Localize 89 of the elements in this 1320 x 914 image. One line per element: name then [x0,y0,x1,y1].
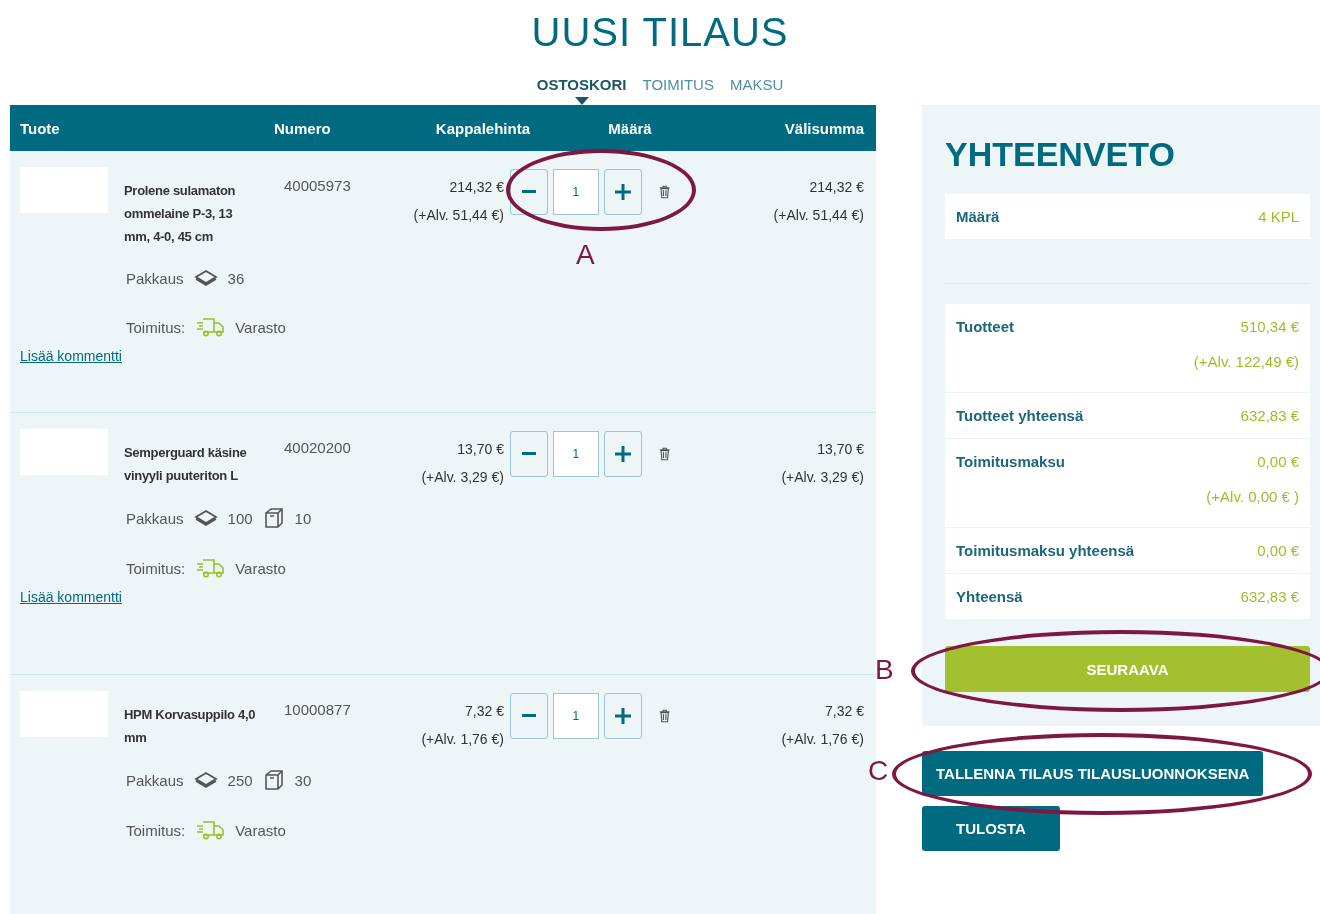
summary-label: Tuotteet [956,318,1015,337]
summary-title: YHTEENVETO [945,135,1176,174]
annotation-letter: A [576,239,595,271]
summary-value: 0,00 € [1257,453,1299,470]
quantity-field[interactable]: 1 [552,692,599,739]
summary-vat: (+Alv. 122,49 €) [1193,353,1299,370]
summary-value: 4 KPL [1258,208,1299,225]
quantity-field[interactable]: 1 [552,168,599,215]
trash-icon[interactable] [658,445,670,462]
product-number: 40005973 [283,176,352,196]
truck-icon [195,819,226,841]
add-comment-link[interactable]: Lisää kommentti [20,579,122,605]
increase-button[interactable] [603,168,642,215]
subtotal-vat: (+Alv. 1,76 €) [781,731,864,747]
increase-button[interactable] [603,692,642,739]
product-number: 40020200 [283,438,352,458]
package-label: Pakkaus [126,269,184,287]
package-count: 100 [227,509,253,527]
decrease-button[interactable] [510,430,548,477]
layers-icon [193,770,218,790]
summary-value: 632,83 € [1240,588,1299,605]
summary-value: 510,34 € [1240,318,1299,335]
package-count: 250 [227,771,253,789]
print-button[interactable]: TULOSTA [922,806,1060,851]
truck-icon [195,557,226,579]
plus-icon [614,183,631,200]
unit-price: 13,70 € [457,441,504,457]
package-label: Pakkaus [126,509,184,527]
box-icon [262,507,285,529]
increase-button[interactable] [603,430,642,477]
column-header: Kappalehinta [434,119,530,137]
summary-vat: (+Alv. 0,00 € ) [1206,488,1299,505]
subtotal-vat: (+Alv. 51,44 €) [773,207,864,223]
plus-icon [614,445,631,462]
column-header: Numero [274,119,332,137]
summary-label: Yhteensä [956,588,1023,605]
subtotal: 13,70 € [817,441,864,457]
minus-icon [521,451,536,456]
trash-icon[interactable] [658,707,670,724]
summary-label: Määrä [956,208,1000,225]
page-title: UUSI TILAUS [531,9,789,56]
plus-icon [614,707,631,724]
decrease-button[interactable] [510,692,548,739]
truck-icon [195,316,226,338]
column-header: Tuote [20,119,61,137]
subtotal: 214,32 € [809,179,864,195]
step-tab[interactable]: MAKSU [729,76,784,93]
add-comment-link[interactable]: Lisää kommentti [20,338,122,364]
box-icon [262,769,285,791]
product-number: 10000877 [283,700,352,720]
trash-icon[interactable] [658,183,670,200]
layers-icon [193,268,218,288]
subtotal: 7,32 € [825,703,864,719]
annotation-letter: C [868,755,889,787]
delivery-source: Varasto [235,559,286,577]
unit-vat: (+Alv. 1,76 €) [421,731,504,747]
unit-vat: (+Alv. 3,29 €) [421,469,504,485]
package-count: 36 [227,269,245,287]
product-name[interactable]: HPM Korvasuppilo 4,0 mm [108,691,258,749]
unit-vat: (+Alv. 51,44 €) [413,207,504,223]
summary-value: 0,00 € [1257,542,1299,559]
unit-price: 7,32 € [465,703,504,719]
decrease-button[interactable] [510,168,548,215]
save-draft-button[interactable]: TALLENNA TILAUS TILAUSLUONNOKSENA [922,751,1264,796]
product-name[interactable]: Prolene sulamaton ommelaine P-3, 13 mm, 4-0, 45 cm [108,167,258,248]
subtotal-vat: (+Alv. 3,29 €) [781,469,864,485]
column-header: Välisumma [783,119,864,137]
delivery-label: Toimitus: [126,559,186,577]
product-name[interactable]: Semperguard käsine vinyyli puuteriton L [108,429,258,487]
unit-price: 214,32 € [449,179,504,195]
minus-icon [521,713,536,718]
annotation-letter: B [875,654,894,686]
delivery-label: Toimitus: [126,821,186,839]
summary-label: Tuotteet yhteensä [956,407,1084,424]
delivery-source: Varasto [235,821,286,839]
package-count: 30 [294,771,312,789]
step-tab[interactable]: OSTOSKORI [536,76,627,93]
delivery-source: Varasto [235,318,286,336]
summary-label: Toimitusmaksu [956,453,1065,472]
package-label: Pakkaus [126,771,184,789]
column-header: Määrä [607,119,653,137]
summary-label: Toimitusmaksu yhteensä [956,542,1135,559]
layers-icon [193,508,218,528]
summary-value: 632,83 € [1240,407,1299,424]
quantity-field[interactable]: 1 [552,430,599,477]
delivery-label: Toimitus: [126,318,186,336]
minus-icon [521,189,536,194]
step-tab[interactable]: TOIMITUS [642,76,714,93]
package-count: 10 [294,509,312,527]
